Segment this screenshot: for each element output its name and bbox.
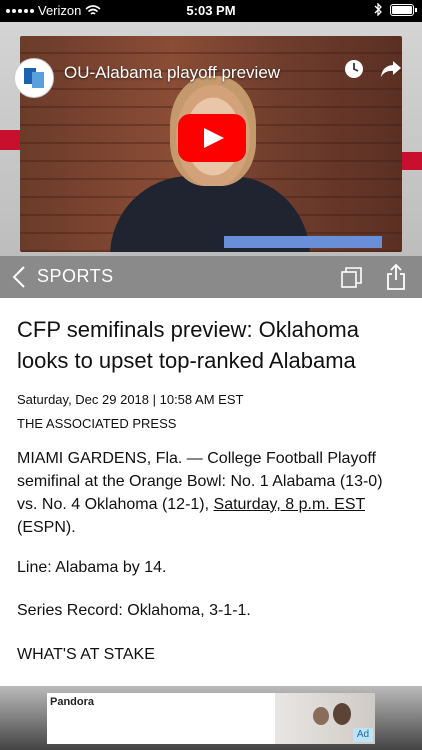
bluetooth-icon xyxy=(374,3,382,16)
article-paragraph: Line: Alabama by 14. xyxy=(17,559,167,576)
video-thumbnail-strip xyxy=(224,236,382,248)
article-headline: CFP semifinals preview: Oklahoma looks t… xyxy=(17,317,359,373)
video-title[interactable]: OU-Alabama playoff preview xyxy=(64,63,280,83)
channel-logo-icon[interactable] xyxy=(14,58,54,98)
ad-banner[interactable]: Pandora Ad xyxy=(47,693,375,744)
battery-icon xyxy=(390,3,417,16)
video-share-icon[interactable] xyxy=(380,60,402,78)
back-chevron-icon[interactable] xyxy=(12,265,26,289)
ad-brand-label: Pandora xyxy=(50,696,95,708)
decorative-stripe xyxy=(402,152,422,170)
video-player-area[interactable]: OU-Alabama playoff preview xyxy=(0,22,422,256)
ad-bar: Pandora Ad xyxy=(0,686,422,750)
article-paragraph: WHAT'S AT STAKE xyxy=(17,646,155,663)
clock-time: 5:03 PM xyxy=(186,3,236,18)
decorative-stripe xyxy=(0,130,20,150)
article-paragraph: MIAMI GARDENS, Fla. — College Football P… xyxy=(17,447,407,539)
share-icon[interactable] xyxy=(386,263,406,291)
event-time-link[interactable]: Saturday, 8 p.m. EST xyxy=(214,496,365,513)
copy-icon[interactable] xyxy=(340,265,364,289)
status-right xyxy=(374,3,417,16)
section-back-button[interactable]: SPORTS xyxy=(37,266,114,287)
watch-later-icon[interactable] xyxy=(344,59,364,79)
article-body: CFP semifinals preview: Oklahoma looks t… xyxy=(17,298,407,666)
article-source: THE ASSOCIATED PRESS xyxy=(17,416,177,431)
article-paragraph: Series Record: Oklahoma, 3-1-1. xyxy=(17,602,251,619)
status-bar: Verizon 5:03 PM xyxy=(0,0,422,22)
paragraph-text: (ESPN). xyxy=(17,519,76,536)
play-button[interactable] xyxy=(178,114,246,162)
section-nav-bar: SPORTS xyxy=(0,256,422,298)
article-dateline: Saturday, Dec 29 2018 | 10:58 AM EST xyxy=(17,392,244,407)
ad-badge[interactable]: Ad xyxy=(353,728,373,742)
